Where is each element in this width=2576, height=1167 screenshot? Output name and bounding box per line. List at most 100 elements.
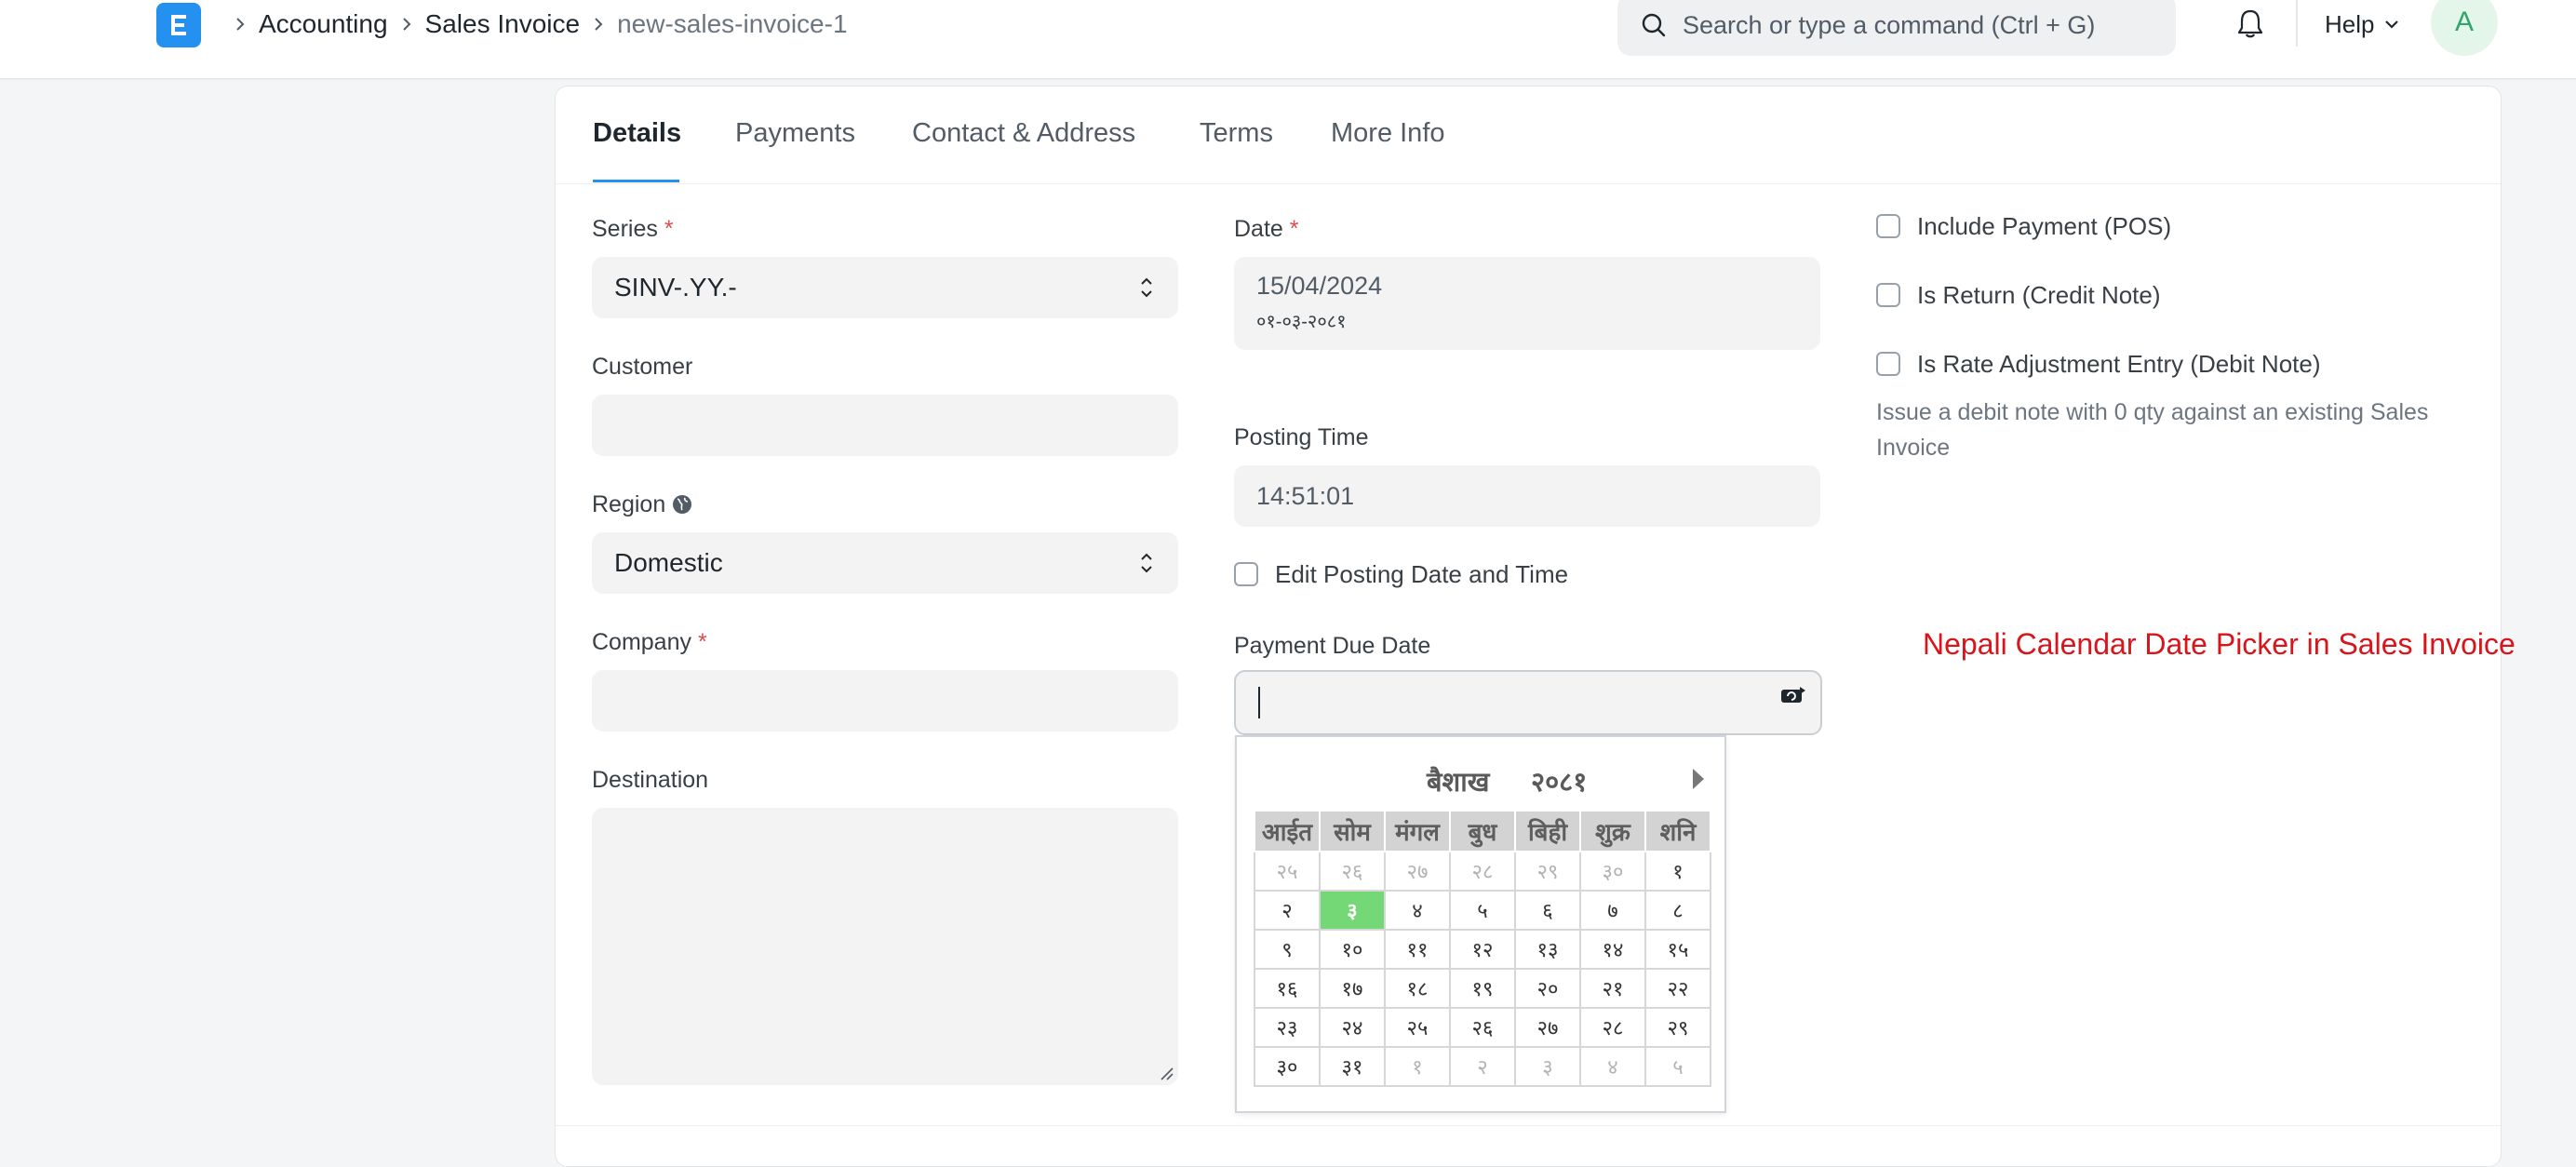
calendar-day[interactable]: १३ (1514, 929, 1581, 970)
tab-contact-address[interactable]: Contact & Address (912, 118, 1135, 149)
calendar-day[interactable]: १६ (1254, 968, 1321, 1009)
calendar-day[interactable]: २१ (1579, 968, 1646, 1009)
calendar-week-row: २५ २६ २७ २८ २९ ३० १ (1254, 851, 1711, 892)
rate-adjustment-checkbox[interactable] (1876, 352, 1900, 376)
nepali-date-picker: बैशाख २०८१ आईत सोम मंगल बुध बिही शुक्र शनि २५ २… (1235, 735, 1726, 1113)
calendar-day[interactable]: १० (1319, 929, 1386, 970)
weekday-header: मंगल (1384, 810, 1451, 852)
chevron-right-icon (580, 15, 617, 34)
calendar-day[interactable]: २ (1449, 1046, 1516, 1087)
company-field[interactable] (592, 670, 1178, 731)
search-input[interactable] (1681, 9, 2168, 41)
calendar-day[interactable]: ४ (1384, 890, 1451, 931)
calendar-day[interactable]: २३ (1254, 1007, 1321, 1048)
calendar-day-today[interactable]: ३ (1319, 890, 1386, 931)
calendar-day[interactable]: १४ (1579, 929, 1646, 970)
weekday-header: बुध (1449, 810, 1516, 852)
breadcrumb: Accounting Sales Invoice new-sales-invoi… (221, 6, 848, 43)
calendar-day[interactable]: २६ (1449, 1007, 1516, 1048)
calendar-day[interactable]: ६ (1514, 890, 1581, 931)
region-value: Domestic (614, 548, 723, 577)
calendar-day[interactable]: १२ (1449, 929, 1516, 970)
rate-adjustment-description: Issue a debit note with 0 qty against an… (1876, 399, 2429, 461)
breadcrumb-current-doc[interactable]: new-sales-invoice-1 (617, 9, 847, 39)
edit-posting-checkbox[interactable] (1234, 562, 1258, 586)
refresh-icon[interactable] (1779, 685, 1807, 707)
next-month-icon[interactable] (1689, 765, 1708, 793)
posting-time-field[interactable]: 14:51:01 (1234, 465, 1820, 527)
calendar-day[interactable]: २४ (1319, 1007, 1386, 1048)
date-field[interactable]: 15/04/2024 ०१-०३-२०८१ (1234, 257, 1820, 350)
calendar-day[interactable]: ३१ (1319, 1046, 1386, 1087)
calendar-day[interactable]: ५ (1644, 1046, 1711, 1087)
search-icon (1640, 10, 1670, 40)
calendar-day[interactable]: ३० (1254, 1046, 1321, 1087)
rate-adjustment-label[interactable]: Is Rate Adjustment Entry (Debit Note) (1917, 350, 2321, 379)
navbar-divider (2296, 0, 2298, 47)
posting-time-label: Posting Time (1234, 424, 1369, 450)
tab-terms[interactable]: Terms (1200, 118, 1273, 149)
breadcrumb-accounting[interactable]: Accounting (259, 9, 388, 39)
calendar-day[interactable]: ११ (1384, 929, 1451, 970)
chevron-right-icon (221, 15, 259, 34)
calendar-week-row: २३४५६७८ (1254, 890, 1711, 931)
active-tab-indicator (593, 180, 679, 182)
series-select[interactable]: SINV-.YY.- (592, 257, 1178, 318)
calendar-day[interactable]: २ (1254, 890, 1321, 931)
calendar-day[interactable]: ३० (1579, 851, 1646, 892)
resize-handle-icon[interactable] (1160, 1066, 1174, 1081)
calendar-day[interactable]: २७ (1514, 1007, 1581, 1048)
calendar-day[interactable]: ७ (1579, 890, 1646, 931)
calendar-day[interactable]: २२ (1644, 968, 1711, 1009)
calendar-month[interactable]: बैशाख (1427, 763, 1490, 799)
calendar-year[interactable]: २०८१ (1531, 763, 1587, 799)
is-return-checkbox[interactable] (1876, 283, 1900, 307)
date-nepali-value: ०१-०३-२०८१ (1256, 312, 1347, 332)
is-return-label[interactable]: Is Return (Credit Note) (1917, 281, 2161, 310)
calendar-day[interactable]: ४ (1579, 1046, 1646, 1087)
calendar-day[interactable]: १ (1644, 851, 1711, 892)
calendar-day[interactable]: २५ (1384, 1007, 1451, 1048)
calendar-day[interactable]: २० (1514, 968, 1581, 1009)
destination-textarea[interactable] (592, 808, 1178, 1085)
tab-more-info[interactable]: More Info (1331, 118, 1445, 149)
help-dropdown[interactable]: Help (2325, 7, 2400, 41)
calendar-grid: आईत सोम मंगल बुध बिही शुक्र शनि २५ २६ २७ २८ २९ ३० १ २… (1254, 810, 1711, 1087)
calendar-day[interactable]: २६ (1319, 851, 1386, 892)
bell-icon[interactable] (2232, 6, 2269, 43)
calendar-week-row: २३ २४ २५ २६ २७ २८ २९ (1254, 1007, 1711, 1048)
calendar-day[interactable]: ५ (1449, 890, 1516, 931)
customer-field[interactable] (592, 395, 1178, 456)
calendar-day[interactable]: २९ (1644, 1007, 1711, 1048)
calendar-day[interactable]: ३ (1514, 1046, 1581, 1087)
date-value: 15/04/2024 (1256, 272, 1383, 300)
breadcrumb-sales-invoice[interactable]: Sales Invoice (425, 9, 581, 39)
calendar-day[interactable]: २८ (1579, 1007, 1646, 1048)
calendar-day[interactable]: २९ (1514, 851, 1581, 892)
tab-details[interactable]: Details (593, 118, 681, 149)
calendar-day[interactable]: २७ (1384, 851, 1451, 892)
edit-posting-label[interactable]: Edit Posting Date and Time (1275, 560, 1568, 589)
annotation-caption: Nepali Calendar Date Picker in Sales Inv… (1923, 627, 2516, 661)
calendar-week-row: ९ १० ११ १२ १३ १४ १५ (1254, 929, 1711, 970)
calendar-day[interactable]: १७ (1319, 968, 1386, 1009)
weekday-header: बिही (1514, 810, 1581, 852)
tab-payments[interactable]: Payments (735, 118, 855, 149)
calendar-day[interactable]: ९ (1254, 929, 1321, 970)
region-select[interactable]: Domestic (592, 532, 1178, 594)
include-payment-checkbox[interactable] (1876, 214, 1900, 238)
include-payment-label[interactable]: Include Payment (POS) (1917, 212, 2171, 241)
payment-due-input[interactable] (1234, 670, 1822, 735)
calendar-day[interactable]: २८ (1449, 851, 1516, 892)
calendar-day[interactable]: १९ (1449, 968, 1516, 1009)
calendar-week-row: १६ १७ १८ १९ २० २१ २२ (1254, 968, 1711, 1009)
app-logo[interactable] (156, 3, 201, 47)
calendar-day[interactable]: ८ (1644, 890, 1711, 931)
form-tabs: Details Payments Contact & Address Terms… (556, 87, 2501, 184)
search-bar[interactable] (1617, 0, 2176, 56)
calendar-day[interactable]: २५ (1254, 851, 1321, 892)
calendar-day[interactable]: १८ (1384, 968, 1451, 1009)
calendar-day[interactable]: १५ (1644, 929, 1711, 970)
calendar-day[interactable]: १ (1384, 1046, 1451, 1087)
avatar[interactable]: A (2431, 0, 2498, 56)
